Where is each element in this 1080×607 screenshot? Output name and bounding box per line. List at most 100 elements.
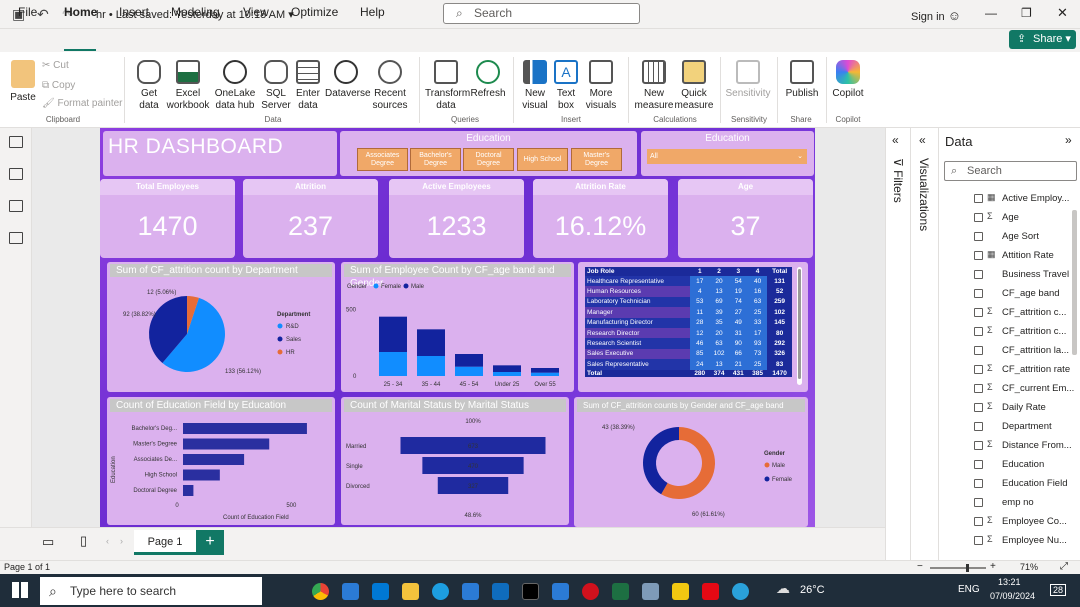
field-item[interactable]: Age Sort bbox=[1002, 230, 1039, 244]
get-data-button[interactable]: Get data bbox=[132, 60, 166, 112]
column-header[interactable]: Job Role bbox=[585, 267, 691, 276]
column-header[interactable]: Total bbox=[767, 267, 792, 276]
zoom-out-icon[interactable]: − bbox=[917, 561, 923, 572]
education-option[interactable]: Master's Degree bbox=[571, 148, 622, 171]
field-checkbox[interactable] bbox=[974, 441, 983, 450]
education-option[interactable]: Bachelor's Degree bbox=[410, 148, 461, 171]
menu-help[interactable]: Help bbox=[360, 5, 385, 19]
field-checkbox[interactable] bbox=[974, 289, 983, 298]
chrome-icon[interactable] bbox=[312, 583, 329, 600]
table-row[interactable]: Research Scientist 46 63 90 93 292 bbox=[585, 338, 792, 349]
field-checkbox[interactable] bbox=[974, 365, 983, 374]
table-row[interactable]: Laboratory Technician 53 69 74 63 259 bbox=[585, 296, 792, 308]
excel-workbook-button[interactable]: Excel workbook bbox=[166, 60, 210, 112]
notification-badge[interactable]: 28 bbox=[1050, 584, 1067, 596]
transform-data-button[interactable]: Transform data bbox=[425, 60, 470, 112]
field-item[interactable]: emp no bbox=[1002, 496, 1034, 510]
scrollbar[interactable] bbox=[1072, 210, 1077, 355]
menu-optimize[interactable]: Optimize bbox=[291, 5, 338, 19]
x-icon[interactable] bbox=[522, 583, 539, 600]
field-item[interactable]: CF_age band bbox=[1002, 287, 1060, 301]
pie-chart-card[interactable]: Sum of CF_attrition count by Department … bbox=[107, 262, 335, 392]
app-icon[interactable] bbox=[342, 583, 359, 600]
netflix-icon[interactable] bbox=[702, 583, 719, 600]
field-checkbox[interactable] bbox=[974, 251, 983, 260]
menu-modeling[interactable]: Modeling bbox=[171, 5, 220, 19]
column-header[interactable]: 4 bbox=[747, 267, 768, 276]
new-measure-button[interactable]: New measure bbox=[634, 60, 674, 112]
report-view-icon[interactable] bbox=[9, 136, 23, 148]
field-item[interactable]: Education bbox=[1002, 458, 1044, 472]
quick-measure-button[interactable]: Quick measure bbox=[674, 60, 714, 112]
collapse-icon[interactable]: » bbox=[1065, 133, 1072, 147]
sign-in-link[interactable]: Sign in ☺ bbox=[911, 8, 961, 23]
undo-icon[interactable]: ↶ bbox=[37, 6, 49, 23]
chevron-right-icon[interactable]: › bbox=[120, 536, 123, 546]
search-input[interactable]: ⌕ Search bbox=[443, 3, 640, 24]
table-row[interactable]: Sales Representative 24 13 21 25 83 bbox=[585, 359, 792, 370]
field-checkbox[interactable] bbox=[974, 403, 983, 412]
collapse-icon[interactable]: « bbox=[892, 133, 899, 147]
field-checkbox[interactable] bbox=[974, 384, 983, 393]
windows-start-icon[interactable] bbox=[12, 582, 28, 598]
menu-home[interactable]: Home bbox=[64, 5, 97, 19]
field-checkbox[interactable] bbox=[974, 270, 983, 279]
powerbi-icon[interactable] bbox=[672, 583, 689, 600]
desktop-view-icon[interactable]: ▭ bbox=[42, 534, 54, 550]
field-checkbox[interactable] bbox=[974, 346, 983, 355]
table-row[interactable]: Manufacturing Director 28 35 49 33 145 bbox=[585, 317, 792, 328]
edge-icon[interactable] bbox=[432, 583, 449, 600]
education-dropdown[interactable]: All ⌄ bbox=[647, 149, 807, 164]
field-checkbox[interactable] bbox=[974, 498, 983, 507]
field-item[interactable]: Age bbox=[1002, 211, 1019, 225]
field-checkbox[interactable] bbox=[974, 327, 983, 336]
taskbar-search-input[interactable]: ⌕ Type here to search bbox=[40, 577, 262, 605]
field-item[interactable]: Distance From... bbox=[1002, 439, 1072, 453]
menu-view[interactable]: View bbox=[243, 5, 269, 19]
file-explorer-icon[interactable] bbox=[402, 583, 419, 600]
cut-button[interactable]: ✂ Cut bbox=[42, 60, 69, 72]
clock-time[interactable]: 13:21 bbox=[998, 577, 1021, 587]
field-item[interactable]: Business Travel bbox=[1002, 268, 1069, 282]
field-item[interactable]: Employee Nu... bbox=[1002, 534, 1067, 548]
table-row[interactable]: Research Director 12 20 31 17 80 bbox=[585, 327, 792, 339]
clock-date[interactable]: 07/09/2024 bbox=[990, 591, 1035, 601]
matrix-card[interactable]: Job Role 1 2 3 4 Total Healthcare Representati… bbox=[578, 262, 808, 392]
column-header[interactable]: 3 bbox=[728, 267, 748, 276]
field-checkbox[interactable] bbox=[974, 308, 983, 317]
field-checkbox[interactable] bbox=[974, 232, 983, 241]
text-box-button[interactable]: A Text box bbox=[553, 60, 579, 112]
page-tab[interactable]: Page 1 bbox=[134, 530, 196, 555]
bar-chart-card[interactable]: Count of Education Field by Education Ba… bbox=[107, 397, 335, 525]
menu-insert[interactable]: Insert bbox=[119, 5, 149, 19]
field-checkbox[interactable] bbox=[974, 194, 983, 203]
excel-taskbar-icon[interactable] bbox=[612, 583, 629, 600]
visualizations-pane[interactable]: « Visualizations bbox=[910, 128, 938, 560]
field-item[interactable]: Department bbox=[1002, 420, 1052, 434]
field-item[interactable]: CF_current Em... bbox=[1002, 382, 1074, 396]
format-painter-button[interactable]: 🖌 Format painter bbox=[42, 98, 123, 110]
education-option[interactable]: Associates Degree bbox=[357, 148, 408, 171]
vscode-icon[interactable] bbox=[462, 583, 479, 600]
maximize-icon[interactable]: ❐ bbox=[1021, 6, 1032, 20]
education-option[interactable]: High School bbox=[517, 148, 568, 171]
mobile-view-icon[interactable]: ▯ bbox=[80, 533, 87, 549]
funnel-chart-card[interactable]: Count of Marital Status by Marital Statu… bbox=[341, 397, 569, 525]
add-page-button[interactable]: + bbox=[196, 530, 224, 555]
recent-sources-button[interactable]: Recent sources bbox=[368, 60, 412, 112]
app-icon[interactable] bbox=[552, 583, 569, 600]
collapse-icon[interactable]: « bbox=[919, 133, 926, 147]
field-item[interactable]: Education Field bbox=[1002, 477, 1067, 491]
fit-page-icon[interactable]: ⤢ bbox=[1060, 561, 1068, 572]
field-item[interactable]: CF_attrition rate bbox=[1002, 363, 1070, 377]
sql-server-button[interactable]: SQL Server bbox=[260, 60, 292, 112]
donut-chart-card[interactable]: Sum of CF_attrition counts by Gender and… bbox=[574, 397, 808, 527]
field-checkbox[interactable] bbox=[974, 517, 983, 526]
publish-button[interactable]: Publish bbox=[784, 60, 820, 100]
refresh-button[interactable]: Refresh bbox=[470, 60, 506, 100]
field-item[interactable]: Employee Co... bbox=[1002, 515, 1067, 529]
filters-pane[interactable]: « ⊽ Filters bbox=[885, 128, 910, 560]
more-visuals-button[interactable]: More visuals bbox=[582, 60, 620, 112]
scrollbar[interactable] bbox=[797, 267, 802, 385]
field-item[interactable]: Daily Rate bbox=[1002, 401, 1046, 415]
